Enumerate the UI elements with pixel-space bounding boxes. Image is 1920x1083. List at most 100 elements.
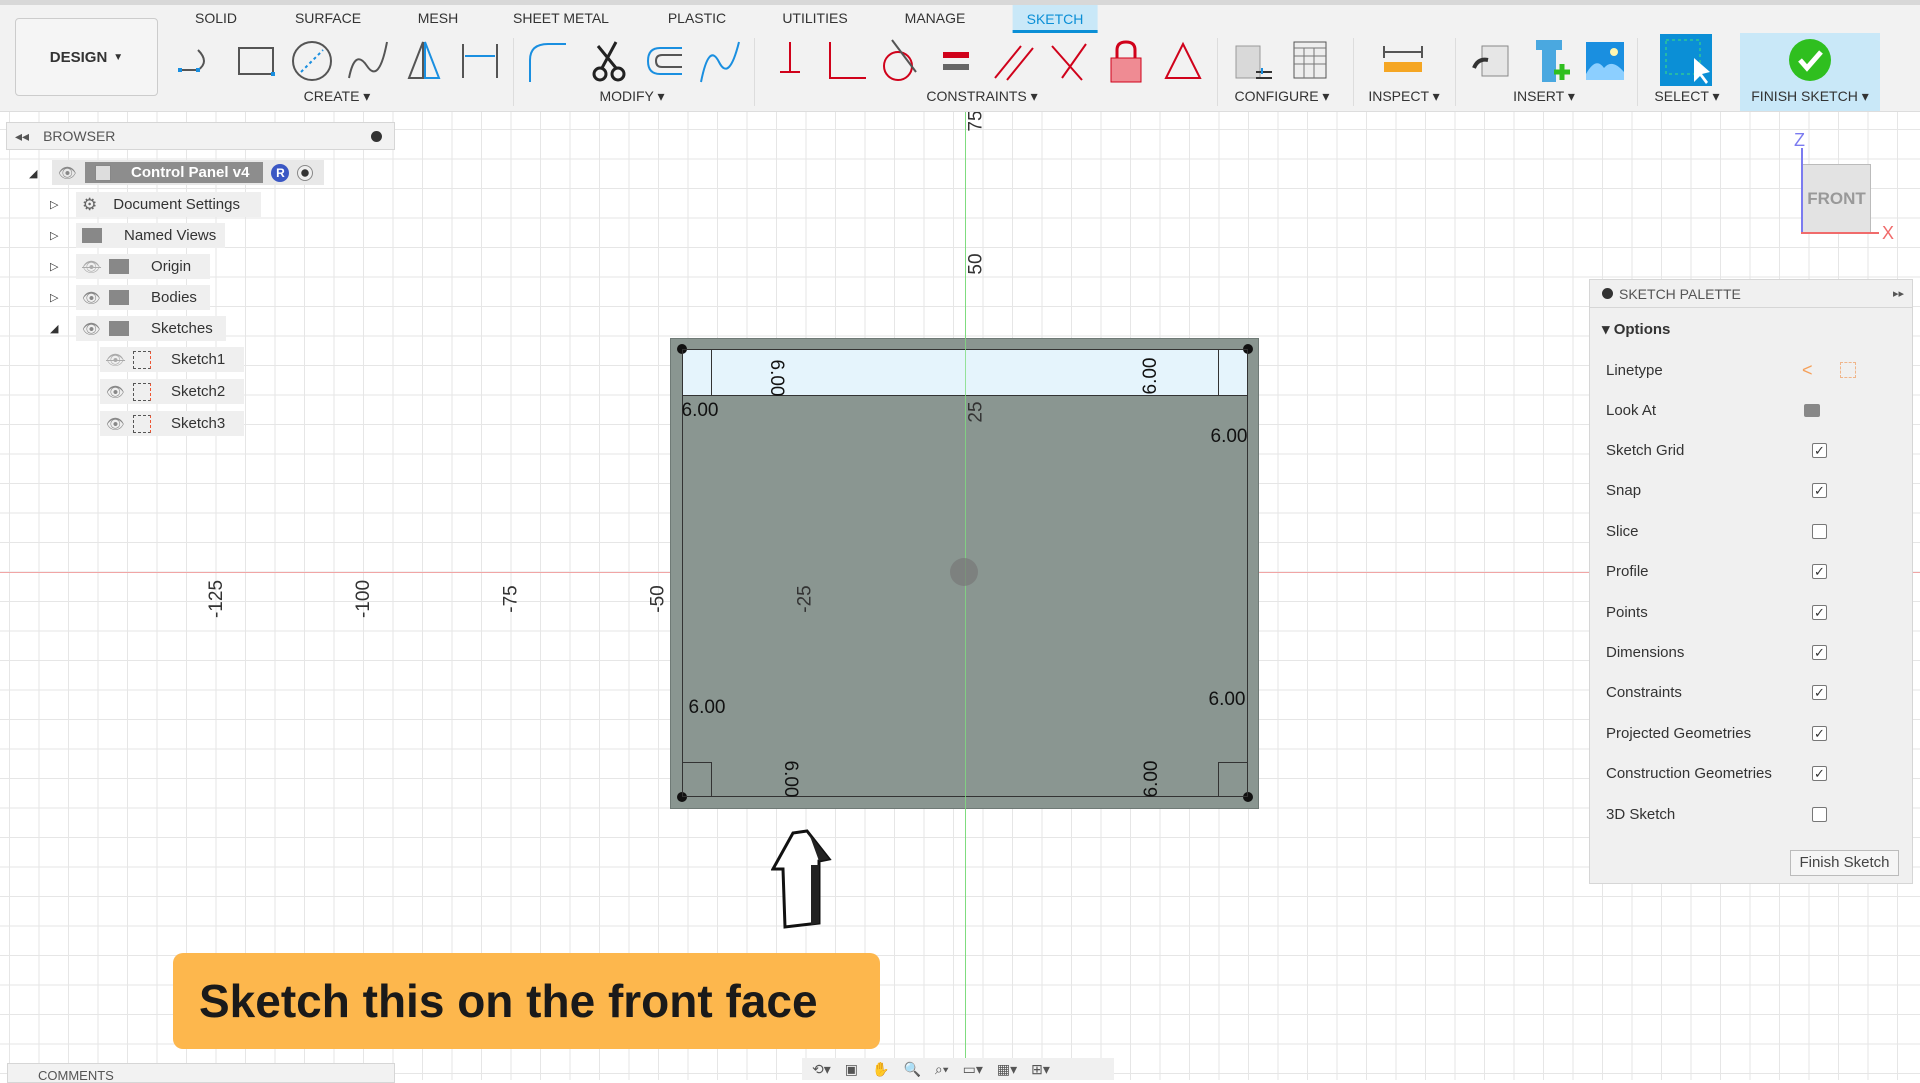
insert-canvas-image-icon[interactable] [1582, 38, 1628, 84]
browser-item-named-views[interactable]: Named Views [76, 223, 225, 248]
expand-triangle-icon[interactable]: ◢ [29, 167, 37, 180]
workspace-switcher[interactable]: DESIGN ▼ [15, 18, 158, 96]
viewports-icon[interactable]: ⊞▾ [1031, 1061, 1050, 1077]
lock-constraint-icon[interactable] [1103, 38, 1149, 84]
collapse-left-icon[interactable]: ◂◂ [15, 128, 29, 145]
fit-icon[interactable]: ⌕▾ [935, 1061, 949, 1077]
browser-item-sketches[interactable]: 👁 Sketches [76, 316, 226, 341]
finish-sketch-check-icon[interactable] [1788, 38, 1832, 82]
sketch-palette-header[interactable]: SKETCH PALETTE ▸▸ [1590, 280, 1912, 308]
collapse-triangle-icon[interactable]: ◢ [50, 322, 58, 335]
eye-icon[interactable]: 👁 [106, 383, 125, 401]
measure-ruler-icon[interactable] [1380, 38, 1426, 84]
dimension-label[interactable]: 6.00 [689, 697, 726, 719]
dimension-label[interactable]: 6.00 [682, 400, 719, 422]
modify-menu[interactable]: MODIFY ▾ [599, 88, 664, 105]
configure-parameters-icon[interactable] [1232, 38, 1278, 84]
construction-linetype-icon[interactable]: < [1802, 360, 1813, 381]
tab-solid[interactable]: SOLID [195, 10, 237, 26]
curve-tool-icon[interactable] [697, 38, 743, 84]
browser-item-bodies[interactable]: 👁 Bodies [76, 285, 210, 310]
select-menu[interactable]: SELECT ▾ [1654, 88, 1719, 105]
mirror-tool-icon[interactable] [401, 38, 447, 84]
options-section-toggle[interactable]: ▾ Options [1602, 320, 1670, 338]
finish-sketch-menu[interactable]: FINISH SKETCH ▾ [1751, 88, 1869, 105]
coincident-constraint-icon[interactable] [822, 38, 868, 84]
option-checkbox[interactable] [1812, 806, 1827, 822]
parallel-constraint-icon[interactable] [991, 38, 1037, 84]
expand-triangle-icon[interactable]: ▷ [50, 229, 58, 242]
minimize-icon[interactable] [371, 130, 382, 142]
grid-settings-icon[interactable]: ▦▾ [997, 1061, 1017, 1077]
corner-square[interactable] [1218, 349, 1248, 396]
comments-panel[interactable]: COMMENTS [7, 1063, 395, 1083]
spline-tool-icon[interactable] [345, 38, 391, 84]
tab-sheet-metal[interactable]: SHEET METAL [513, 10, 609, 26]
trim-scissors-icon[interactable] [586, 38, 632, 84]
dimension-label[interactable]: 6.00 [779, 761, 801, 798]
browser-root-item[interactable]: 👁 Control Panel v4 R [52, 160, 324, 185]
browser-header[interactable]: ◂◂ BROWSER [6, 122, 395, 150]
root-component[interactable]: Control Panel v4 [85, 162, 264, 183]
dimension-label[interactable]: 6.00 [765, 360, 787, 397]
option-checkbox[interactable]: ✓ [1812, 604, 1827, 620]
constraints-menu[interactable]: CONSTRAINTS ▾ [926, 88, 1037, 105]
dimension-label[interactable]: 6.00 [1211, 426, 1248, 448]
dimension-label[interactable]: 6.00 [1209, 689, 1246, 711]
fix-constraint-icon[interactable] [768, 38, 814, 84]
insert-derive-icon[interactable] [1470, 38, 1516, 84]
select-tool-icon[interactable] [1660, 34, 1712, 86]
triangle-constraint-icon[interactable] [1160, 38, 1206, 84]
eye-icon[interactable]: 👁 [58, 164, 77, 182]
dimension-label[interactable]: 6.00 [1140, 358, 1162, 395]
tab-manage[interactable]: MANAGE [905, 10, 966, 26]
browser-item-document-settings[interactable]: ⚙ Document Settings [76, 192, 261, 217]
option-checkbox[interactable]: ✓ [1812, 443, 1827, 458]
zoom-icon[interactable]: 🔍 [903, 1061, 920, 1077]
eye-hidden-icon[interactable]: 👁 [106, 351, 125, 369]
eye-icon[interactable]: 👁 [106, 415, 125, 433]
look-at-icon[interactable]: ▣ [845, 1061, 858, 1077]
orbit-icon[interactable]: ⟲▾ [812, 1061, 831, 1077]
minimize-icon[interactable] [1602, 288, 1613, 299]
configure-table-icon[interactable] [1290, 38, 1336, 84]
option-checkbox[interactable]: ✓ [1812, 483, 1827, 499]
expand-right-icon[interactable]: ▸▸ [1893, 287, 1904, 300]
look-at-icon[interactable] [1804, 404, 1820, 417]
tangent-constraint-icon[interactable] [876, 38, 922, 84]
tab-plastic[interactable]: PLASTIC [668, 10, 726, 26]
insert-mcmaster-bolt-icon[interactable] [1526, 38, 1572, 84]
option-checkbox[interactable]: ✓ [1812, 564, 1827, 580]
corner-square[interactable] [1218, 762, 1248, 797]
fillet-tool-icon[interactable] [526, 38, 572, 84]
tab-sketch[interactable]: SKETCH [1012, 5, 1098, 33]
option-checkbox[interactable]: ✓ [1812, 766, 1827, 782]
dimension-label[interactable]: 6.00 [1141, 761, 1163, 798]
origin-point-icon[interactable] [950, 558, 978, 586]
dimension-tool-icon[interactable] [457, 38, 503, 84]
configure-menu[interactable]: CONFIGURE ▾ [1235, 88, 1330, 105]
corner-square[interactable] [682, 762, 712, 797]
radio-active-icon[interactable] [297, 164, 314, 181]
corner-square[interactable] [682, 349, 712, 396]
browser-item-sketch1[interactable]: 👁 Sketch1 [100, 347, 244, 372]
option-checkbox[interactable]: ✓ [1812, 645, 1827, 660]
browser-item-sketch3[interactable]: 👁 Sketch3 [100, 411, 244, 436]
option-checkbox[interactable]: ✓ [1812, 685, 1827, 701]
eye-icon[interactable]: 👁 [82, 289, 101, 307]
tab-utilities[interactable]: UTILITIES [782, 10, 847, 26]
browser-item-sketch2[interactable]: 👁 Sketch2 [100, 379, 244, 404]
inspect-menu[interactable]: INSPECT ▾ [1368, 88, 1439, 105]
rectangle-tool-icon[interactable] [233, 38, 279, 84]
insert-menu[interactable]: INSERT ▾ [1513, 88, 1575, 105]
finish-sketch-button[interactable]: Finish Sketch [1790, 850, 1899, 876]
eye-icon[interactable]: 👁 [82, 320, 101, 338]
create-menu[interactable]: CREATE ▾ [304, 88, 371, 105]
eye-hidden-icon[interactable]: 👁 [82, 258, 101, 276]
activate-badge[interactable]: R [271, 163, 290, 182]
circle-tool-icon[interactable] [289, 38, 335, 84]
offset-tool-icon[interactable] [642, 38, 688, 84]
line-tool-icon[interactable] [176, 38, 222, 84]
perpendicular-constraint-icon[interactable] [1046, 38, 1092, 84]
expand-triangle-icon[interactable]: ▷ [50, 260, 58, 273]
